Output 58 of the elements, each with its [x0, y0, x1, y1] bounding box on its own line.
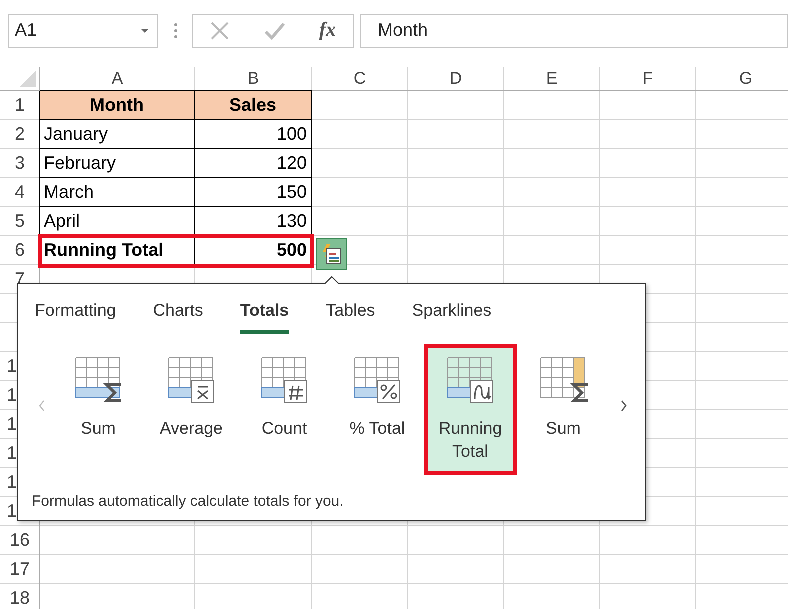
spreadsheet-cell: 130: [195, 207, 312, 236]
spreadsheet-cell: 150: [195, 178, 312, 207]
average-icon: [168, 357, 216, 403]
tab[interactable]: Tables: [326, 301, 376, 334]
column-header[interactable]: A: [40, 67, 195, 91]
sum-icon: [540, 357, 588, 403]
scroll-right-icon[interactable]: [620, 400, 628, 412]
column-header[interactable]: F: [600, 67, 696, 91]
row-header[interactable]: 2: [0, 120, 40, 149]
spreadsheet-cell: March: [40, 178, 195, 207]
row-header[interactable]: 17: [0, 555, 40, 584]
formula-input[interactable]: Month: [360, 14, 788, 48]
tab[interactable]: Totals: [240, 301, 290, 334]
column-header[interactable]: G: [696, 67, 788, 91]
description-text: Formulas automatically calculate totals for you.: [32, 493, 344, 510]
row-header[interactable]: 18: [0, 584, 40, 609]
spreadsheet-cell: 500: [195, 236, 312, 265]
insert-function-button[interactable]: fx: [319, 19, 336, 42]
row-header[interactable]: 4: [0, 178, 40, 207]
row-header[interactable]: 5: [0, 207, 40, 236]
tab[interactable]: Charts: [153, 301, 204, 334]
tab[interactable]: Formatting: [35, 301, 116, 334]
option-tile[interactable]: % Total: [331, 344, 424, 452]
spreadsheet-cell: February: [40, 149, 195, 178]
name-box[interactable]: A1: [8, 14, 158, 48]
row-header[interactable]: 16: [0, 526, 40, 555]
spreadsheet-cell: April: [40, 207, 195, 236]
check-icon[interactable]: [264, 20, 286, 40]
option-tile[interactable]: Sum: [517, 344, 610, 452]
spreadsheet-cell: 120: [195, 149, 312, 178]
sum-icon: [74, 357, 122, 403]
quick-analysis-button[interactable]: [316, 238, 347, 270]
column-header[interactable]: D: [408, 67, 504, 91]
row-header[interactable]: 1: [0, 91, 40, 120]
spreadsheet-cell: January: [40, 120, 195, 149]
spreadsheet-cell: Running Total: [40, 236, 195, 265]
column-header[interactable]: C: [312, 67, 408, 91]
column-header[interactable]: E: [504, 67, 600, 91]
column-header[interactable]: B: [195, 67, 312, 91]
count-icon: [260, 357, 308, 403]
running-total-icon: [446, 357, 494, 403]
cancel-icon[interactable]: [210, 20, 230, 40]
scroll-left-icon[interactable]: [38, 400, 46, 412]
select-all-icon[interactable]: [18, 69, 38, 89]
dropdown-icon: [141, 28, 149, 32]
more-options-icon[interactable]: [174, 22, 178, 38]
option-tile[interactable]: Sum: [52, 344, 145, 452]
row-header[interactable]: 3: [0, 149, 40, 178]
tab[interactable]: Sparklines: [412, 301, 492, 334]
spreadsheet-cell: Sales: [195, 91, 312, 120]
row-header[interactable]: 6: [0, 236, 40, 265]
quick-analysis-icon: [320, 243, 342, 265]
option-tile[interactable]: Average: [145, 344, 238, 452]
option-tile[interactable]: Count: [238, 344, 331, 452]
spreadsheet-cell: 100: [195, 120, 312, 149]
spreadsheet-cell: Month: [40, 91, 195, 120]
option-tile[interactable]: Running Total: [424, 344, 517, 475]
percent-icon: [354, 357, 402, 403]
